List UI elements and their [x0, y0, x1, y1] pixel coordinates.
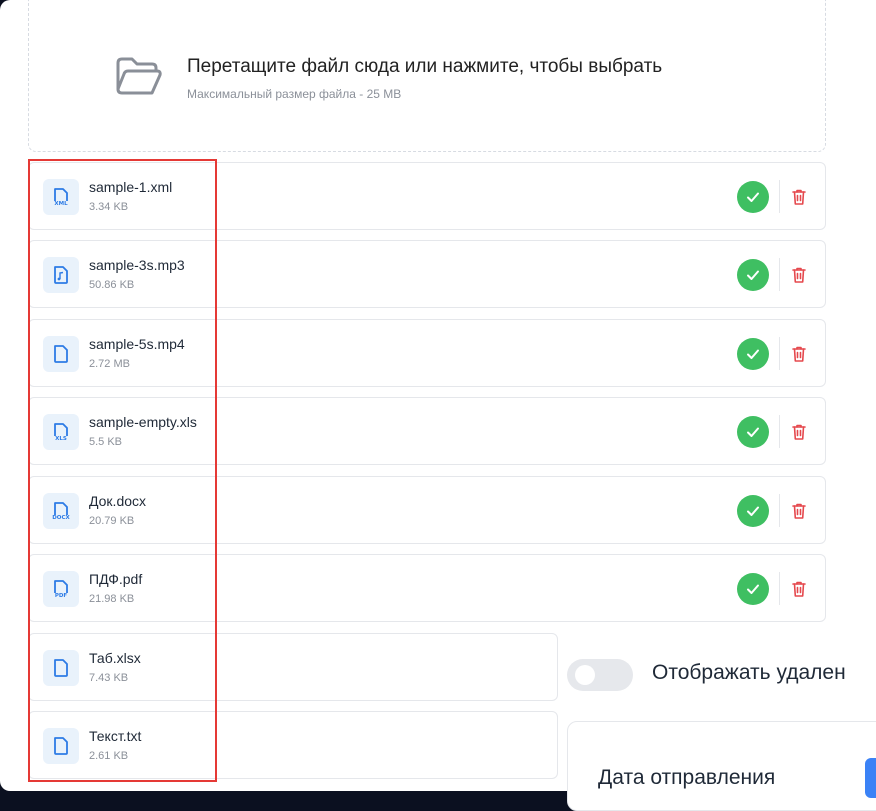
file-dropzone[interactable]: Перетащите файл сюда или нажмите, чтобы … — [28, 0, 826, 152]
page: Перетащите файл сюда или нажмите, чтобы … — [0, 0, 876, 811]
file-row: PDF ПДФ.pdf 21.98 KB — [28, 554, 826, 622]
check-circle-icon — [737, 416, 769, 448]
trash-icon[interactable] — [791, 580, 807, 598]
file-row: XLS sample-empty.xls 5.5 KB — [28, 397, 826, 465]
divider — [779, 180, 780, 213]
file-row: XML sample-1.xml 3.34 KB — [28, 162, 826, 230]
file-name: Таб.xlsx — [89, 650, 141, 666]
file-size: 2.61 KB — [89, 750, 129, 762]
check-circle-icon — [737, 495, 769, 527]
file-row: Таб.xlsx 7.43 KB — [28, 633, 558, 701]
trash-icon[interactable] — [791, 266, 807, 284]
file-type-tag: DOCX — [52, 515, 70, 521]
date-picker-button[interactable] — [865, 758, 876, 798]
file-docx-icon: DOCX — [43, 493, 79, 529]
folder-icon — [116, 57, 162, 95]
check-circle-icon — [737, 259, 769, 291]
file-type-tag: XML — [54, 201, 68, 207]
trash-icon[interactable] — [791, 188, 807, 206]
file-name: sample-3s.mp3 — [89, 257, 185, 273]
file-size: 50.86 KB — [89, 279, 135, 291]
toggle-knob — [575, 665, 595, 685]
divider — [779, 572, 780, 605]
divider — [779, 494, 780, 527]
trash-icon[interactable] — [791, 423, 807, 441]
file-name: sample-5s.mp4 — [89, 336, 185, 352]
trash-icon[interactable] — [791, 345, 807, 363]
show-deleted-toggle[interactable] — [567, 659, 633, 691]
file-size: 2.72 MB — [89, 358, 130, 370]
file-type-tag: XLS — [55, 436, 67, 442]
file-name: Текст.txt — [89, 728, 142, 744]
file-name: sample-1.xml — [89, 179, 173, 195]
file-size: 20.79 KB — [89, 515, 135, 527]
dropzone-subtitle: Максимальный размер файла - 25 MB — [187, 87, 402, 101]
divider — [779, 415, 780, 448]
file-row: sample-3s.mp3 50.86 KB — [28, 240, 826, 308]
file-name: ПДФ.pdf — [89, 571, 143, 587]
divider — [779, 258, 780, 291]
file-audio-icon — [43, 257, 79, 293]
file-icon — [43, 650, 79, 686]
dropzone-title: Перетащите файл сюда или нажмите, чтобы … — [187, 56, 663, 77]
check-circle-icon — [737, 181, 769, 213]
file-type-tag: PDF — [54, 593, 68, 599]
file-name: sample-empty.xls — [89, 414, 197, 430]
file-size: 5.5 KB — [89, 436, 123, 448]
file-size: 21.98 KB — [89, 593, 135, 605]
file-pdf-icon: PDF — [43, 571, 79, 607]
divider — [779, 337, 780, 370]
file-icon — [43, 728, 79, 764]
file-xml-icon: XML — [43, 179, 79, 215]
file-row: DOCX Док.docx 20.79 KB — [28, 476, 826, 544]
filter-panel: Дата отправления — [567, 721, 876, 811]
file-xls-icon: XLS — [43, 414, 79, 450]
file-size: 3.34 KB — [89, 201, 129, 213]
show-deleted-label: Отображать удален — [652, 661, 846, 684]
file-size: 7.43 KB — [89, 672, 129, 684]
file-name: Док.docx — [89, 493, 147, 509]
check-circle-icon — [737, 573, 769, 605]
trash-icon[interactable] — [791, 502, 807, 520]
file-row: sample-5s.mp4 2.72 MB — [28, 319, 826, 387]
file-icon — [43, 336, 79, 372]
check-circle-icon — [737, 338, 769, 370]
file-row: Текст.txt 2.61 KB — [28, 711, 558, 779]
send-date-label: Дата отправления — [598, 766, 776, 789]
